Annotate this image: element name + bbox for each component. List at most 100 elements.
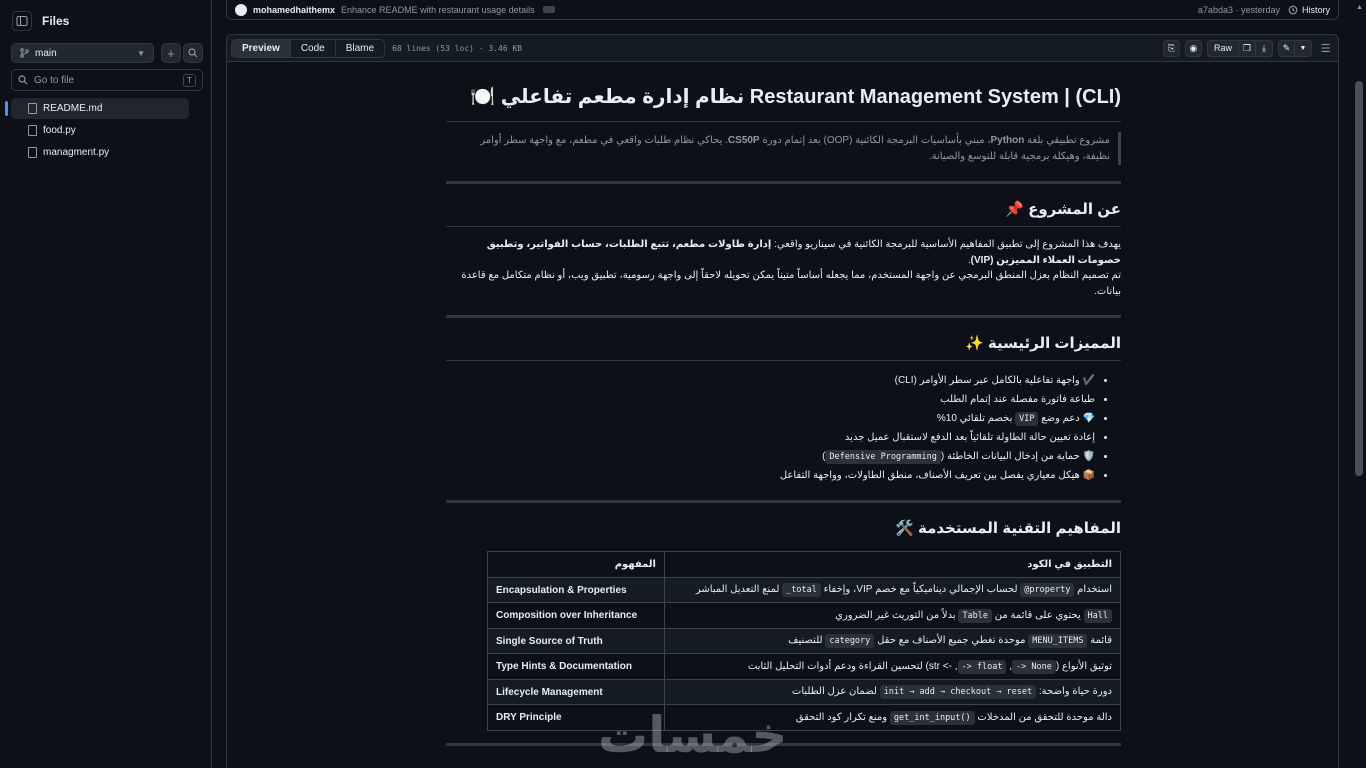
watermark-logo: خمسات [598, 706, 789, 764]
history-icon [1288, 5, 1298, 14]
inline-code: init → add → checkout → reset [879, 685, 1037, 700]
intro-text: مشروع تطبيقي بلغة [1024, 135, 1110, 146]
cell-text: موحدة تغطي جميع الأصناف مع حقل [874, 635, 1029, 647]
table-row: دالة موحدة للتحقق من المدخلات get_int_in… [487, 704, 1121, 731]
file-item-readme[interactable]: README.md [5, 98, 189, 119]
feature-text: 🛡️ حماية من إدخال البيانات الخاطئة ( [940, 451, 1095, 463]
table-row: توثيق الأنواع (-> None, -> float, -> str… [487, 653, 1121, 680]
copy-button[interactable]: ❐ [1239, 39, 1256, 57]
file-item-food[interactable]: food.py [11, 120, 189, 141]
scroll-up-icon[interactable]: ▲ [1356, 4, 1363, 11]
collapse-sidebar-icon[interactable] [12, 11, 32, 31]
inline-code: -> float [957, 659, 1007, 674]
table-cell: استخدام @property لحساب الإجمالي ديناميك… [664, 576, 1121, 604]
search-button[interactable] [183, 43, 203, 63]
file-icon [28, 103, 37, 114]
view-mode-tabs: Preview Code Blame [231, 38, 386, 58]
expand-commit-button[interactable] [542, 6, 555, 13]
table-row: استخدام @property لحساب الإجمالي ديناميك… [487, 576, 1121, 604]
cell-text: لحساب الإجمالي ديناميكياً مع خصم VIP، وإ… [820, 584, 1021, 596]
latest-commit-bar: mohamedhaithemx Enhance README with rest… [226, 0, 1339, 20]
table-cell: Composition over Inheritance [487, 602, 665, 629]
file-move-icon: ⎘ [1167, 42, 1176, 53]
file-icon [28, 147, 37, 158]
edit-actions-group: ✎ ▼ [1278, 39, 1312, 57]
tab-preview[interactable]: Preview [232, 39, 291, 57]
table-row: Hall يحتوي على قائمة من Table بدلاً من ا… [487, 602, 1121, 629]
table-cell: توثيق الأنواع (-> None, -> float, -> str… [664, 653, 1121, 680]
table-cell: Type Hints & Documentation [487, 653, 665, 680]
scrollbar-thumb[interactable] [1355, 81, 1363, 476]
commit-author[interactable]: mohamedhaithemx [253, 5, 335, 15]
section-divider [446, 500, 1121, 504]
table-header: التطبيق في الكود [664, 551, 1121, 578]
branch-selector[interactable]: main ▼ [11, 43, 154, 63]
table-cell: Lifecycle Management [487, 678, 665, 706]
table-cell: دورة حياة واضحة: init → add → checkout →… [664, 678, 1121, 706]
list-item: طباعة فاتورة مفصلة عند إتمام الطلب [446, 390, 1095, 409]
go-to-file-input[interactable]: Go to file T [11, 69, 203, 91]
concepts-table: التطبيق في الكود المفهوم استخدام @proper… [487, 551, 1121, 731]
inline-code: category [825, 634, 875, 649]
cell-text: دالة موحدة للتحقق من المدخلات [974, 711, 1112, 723]
cell-text: يحتوي على قائمة من [992, 609, 1084, 621]
feature-text: إعادة تعيين حالة الطاولة تلقائياً بعد ال… [844, 432, 1095, 444]
feature-text: ✔️ واجهة تفاعلية بالكامل عبر سطر الأوامر… [894, 375, 1095, 387]
inline-code: Defensive Programming [825, 450, 941, 465]
list-item: ✔️ واجهة تفاعلية بالكامل عبر سطر الأوامر… [446, 371, 1095, 390]
edit-button[interactable]: ✎ [1278, 39, 1295, 57]
inline-code: -> None [1012, 659, 1056, 674]
inline-code: get_int_input() [889, 710, 975, 725]
features-list: ✔️ واجهة تفاعلية بالكامل عبر سطر الأوامر… [446, 371, 1121, 485]
table-cell: Hall يحتوي على قائمة من Table بدلاً من ا… [664, 602, 1121, 629]
features-heading: المميزات الرئيسية ✨ [446, 334, 1121, 362]
outline-button[interactable]: ☰ [1317, 42, 1334, 55]
history-button[interactable]: History [1288, 5, 1330, 15]
raw-actions-group: Raw ❐ ⤓ [1206, 39, 1273, 57]
cell-text: , -> str) لتحسين القراءة ودعم أدوات التح… [747, 660, 958, 672]
concepts-heading: المفاهيم التقنية المستخدمة 🛠️ [895, 520, 1121, 538]
table-header-row: التطبيق في الكود المفهوم [487, 551, 1121, 578]
inline-code: Hall [1083, 608, 1112, 623]
copilot-chat-button[interactable]: ◉ [1184, 39, 1202, 57]
about-text: تم تصميم النظام بعزل المنطق البرمجي عن و… [461, 270, 1121, 297]
branch-name: main [35, 47, 57, 59]
feature-text: 💎 دعم وضع [1038, 413, 1095, 425]
inline-code: MENU_ITEMS [1028, 634, 1088, 649]
inline-code: @property [1020, 583, 1075, 598]
feature-text: بخصم تلقائي 10% [936, 413, 1016, 425]
cell-text: قائمة [1087, 635, 1112, 647]
page-scrollbar[interactable]: ▲ [1353, 0, 1366, 768]
avatar[interactable] [235, 3, 247, 16]
table-header: المفهوم [487, 551, 665, 578]
file-meta: 68 lines (53 loc) · 3.46 KB [392, 43, 523, 53]
tab-blame[interactable]: Blame [336, 40, 384, 57]
table-cell: قائمة MENU_ITEMS موحدة تغطي جميع الأصناف… [664, 627, 1121, 655]
file-icon [28, 125, 37, 136]
file-name: README.md [43, 103, 103, 114]
edit-dropdown-button[interactable]: ▼ [1295, 39, 1312, 57]
file-item-managment[interactable]: managment.py [11, 142, 189, 163]
list-item: إعادة تعيين حالة الطاولة تلقائياً بعد ال… [446, 428, 1095, 447]
cell-text: للتصنيف [788, 635, 826, 647]
cell-text: لمنع التعديل المباشر [695, 584, 783, 596]
file-viewer-header: Preview Code Blame 68 lines (53 loc) · 3… [227, 35, 1338, 62]
about-heading: عن المشروع 📌 [446, 200, 1121, 227]
intro-course: CS50P [727, 135, 760, 146]
table-cell: Single Source of Truth [487, 627, 665, 655]
file-name: managment.py [43, 147, 110, 158]
commit-message[interactable]: Enhance README with restaurant usage det… [341, 5, 535, 15]
copilot-button[interactable]: ⎘ [1162, 39, 1180, 57]
table-row: دورة حياة واضحة: init → add → checkout →… [487, 678, 1121, 706]
download-button[interactable]: ⤓ [1256, 39, 1273, 57]
add-file-button[interactable]: + [161, 43, 181, 63]
readme-content: Restaurant Management System | (CLI) نظا… [446, 83, 1121, 762]
file-tree-sidebar: Files main ▼ + Go to file T README.md fo… [0, 0, 212, 768]
raw-button[interactable]: Raw [1206, 39, 1239, 57]
commit-hash-time[interactable]: a7abda3 · yesterday [1198, 5, 1280, 15]
search-icon [188, 48, 198, 58]
list-icon: ☰ [1320, 42, 1331, 55]
chevron-down-icon: ▼ [1299, 44, 1307, 52]
tab-code[interactable]: Code [291, 39, 336, 57]
file-name: food.py [43, 125, 76, 136]
